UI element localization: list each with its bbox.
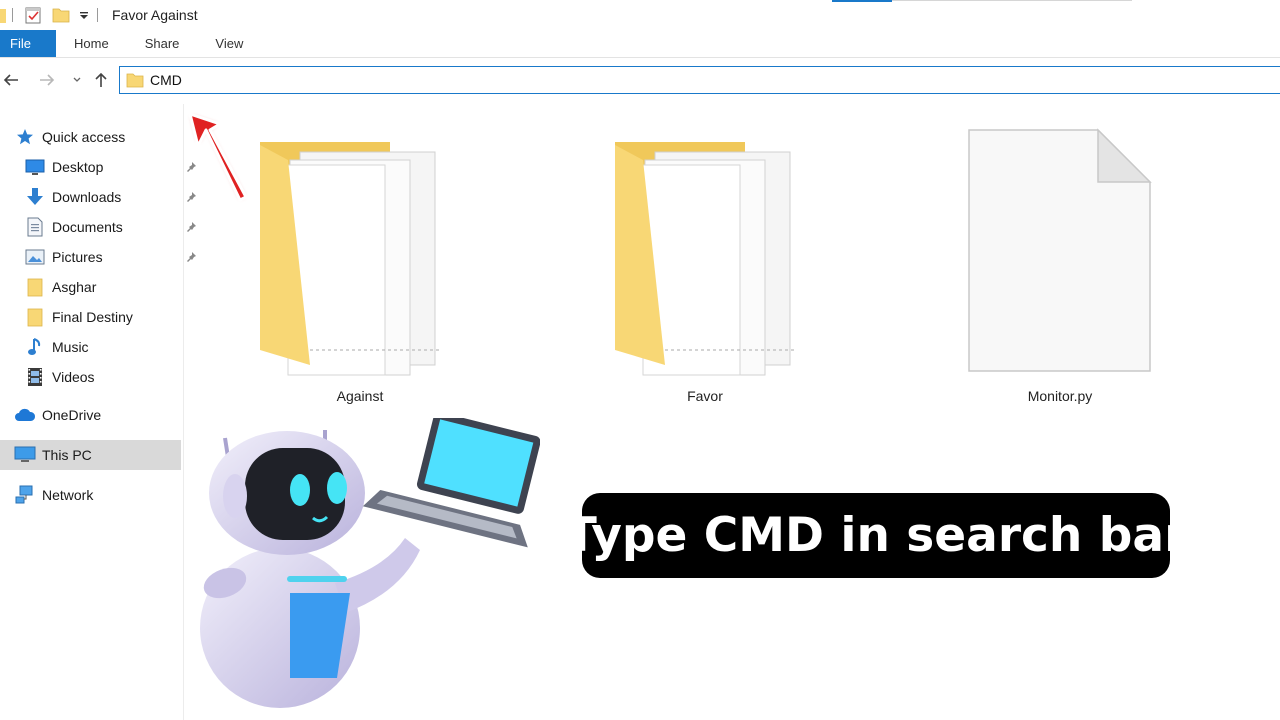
star-icon [14,126,36,148]
sidebar-item-label: Downloads [52,189,122,205]
ribbon-tabs: File Home Share View [0,30,1280,58]
sidebar-item-label: Music [52,339,89,355]
item-name: Against [336,388,384,404]
window-title: Favor Against [112,7,198,23]
tab-line [892,0,1132,1]
network-icon [14,484,36,506]
sidebar-item-final-destiny[interactable]: Final Destiny [24,302,205,332]
sidebar-item-network[interactable]: Network [14,480,195,510]
sidebar-item-downloads[interactable]: Downloads [24,182,205,212]
forward-arrow-icon [40,74,55,86]
sidebar-item-onedrive[interactable]: OneDrive [14,400,195,430]
folder-icon [0,9,6,23]
folder-icon [126,73,144,88]
pin-icon[interactable] [186,190,198,206]
item-name: Monitor.py [1027,388,1093,404]
back-arrow-icon [3,74,18,86]
sidebar-item-label: Documents [52,219,123,235]
cloud-icon [14,404,36,426]
folder-item-favor[interactable]: Favor [595,130,835,415]
sidebar-item-label: Network [42,487,94,503]
instruction-caption: Type CMD in search bar [565,493,1187,578]
navigation-bar: CMD [0,64,1280,96]
address-bar[interactable]: CMD [119,66,1280,94]
sidebar-item-label: Asghar [52,279,97,295]
address-input[interactable]: CMD [150,72,182,88]
sidebar-item-label: Final Destiny [52,309,133,325]
pin-icon[interactable] [186,250,198,266]
up-arrow-icon [95,72,107,87]
title-bar: Favor Against [0,0,1280,30]
computer-icon [14,444,36,466]
download-icon [24,186,46,208]
properties-icon[interactable] [23,5,43,25]
music-icon [24,336,46,358]
back-button[interactable] [0,68,22,92]
chevron-down-icon [73,77,81,82]
file-icon [968,128,1152,372]
recent-locations-button[interactable] [66,68,88,92]
folder-icon [24,276,46,298]
navigation-pane: Quick access Desktop Downloads Documents… [0,104,196,720]
forward-button[interactable] [36,68,58,92]
tab-file[interactable]: File [0,30,56,57]
folder-item-against[interactable]: Against [240,130,480,415]
sidebar-item-label: Pictures [52,249,103,265]
sidebar-item-desktop[interactable]: Desktop [24,152,205,182]
desktop-icon [24,156,46,178]
sidebar-item-quick-access[interactable]: Quick access [14,122,195,152]
sidebar-item-label: Quick access [42,129,126,145]
document-icon [24,216,46,238]
caption-text: Type CMD in search bar [564,508,1188,563]
sidebar-item-music[interactable]: Music [24,332,205,362]
video-icon [24,366,46,388]
sidebar-item-this-pc[interactable]: This PC [0,440,181,470]
large-folder-icon [615,142,795,376]
toolbar-separator [97,8,98,22]
tab-view[interactable]: View [197,30,261,57]
folder-icon [24,306,46,328]
item-name: Favor [687,388,723,404]
tab-share[interactable]: Share [127,30,198,57]
sidebar-item-label: Videos [52,369,95,385]
sidebar-item-label: Desktop [52,159,104,175]
pictures-icon [24,246,46,268]
tab-home[interactable]: Home [56,30,127,57]
sidebar-item-videos[interactable]: Videos [24,362,205,392]
tab-accent [832,0,892,2]
sidebar-item-pictures[interactable]: Pictures [24,242,205,272]
pin-icon[interactable] [186,160,198,176]
sidebar-item-asghar[interactable]: Asghar [24,272,205,302]
new-folder-icon[interactable] [51,5,71,25]
up-button[interactable] [90,68,112,92]
robot-illustration [200,418,540,708]
file-item-monitor-py[interactable]: Monitor.py [960,128,1160,415]
quick-access-toolbar [0,0,104,30]
sidebar-item-label: This PC [42,447,92,463]
sidebar-item-label: OneDrive [42,407,102,423]
toolbar-separator [12,8,13,22]
large-folder-icon [260,142,440,376]
pin-icon[interactable] [186,220,198,236]
customize-toolbar-icon[interactable] [77,8,91,22]
sidebar-item-documents[interactable]: Documents [24,212,205,242]
